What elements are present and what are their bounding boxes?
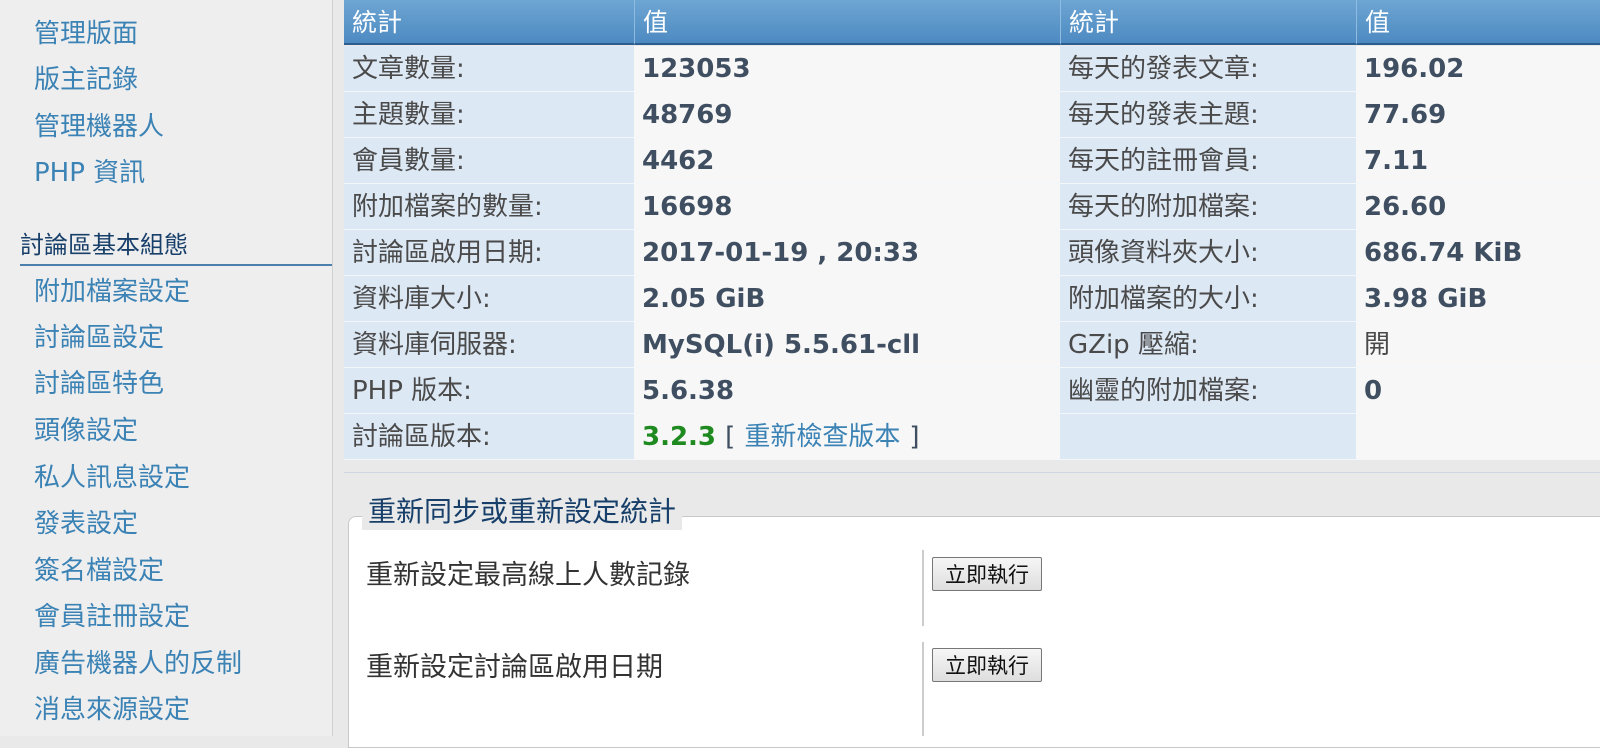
column-header-statistic-2: 統計: [1060, 0, 1356, 45]
table-row: PHP 版本: 5.6.38 幽靈的附加檔案: 0: [344, 368, 1600, 415]
table-row: 主題數量: 48769 每天的發表主題: 77.69: [344, 92, 1600, 139]
sidebar-item-signature-settings[interactable]: 簽名檔設定: [34, 551, 164, 591]
stat-value: 2017-01-19 , 20:33: [634, 230, 1060, 276]
stat-label: 附加檔案的大小:: [1060, 276, 1356, 322]
stat-label: GZip 壓縮:: [1060, 322, 1356, 368]
table-row: 討論區啟用日期: 2017-01-19 , 20:33 頭像資料夾大小: 686…: [344, 230, 1600, 277]
stat-label: 資料庫大小:: [344, 276, 634, 322]
reset-most-online-run-button[interactable]: 立即執行: [932, 557, 1042, 591]
table-row: 資料庫大小: 2.05 GiB 附加檔案的大小: 3.98 GiB: [344, 276, 1600, 323]
stat-value: 686.74 KiB: [1356, 230, 1600, 276]
board-statistics-table: 統計 值 統計 值 文章數量: 123053 每天的發表文章: 196.02 主…: [344, 0, 1600, 473]
stat-label: 頭像資料夾大小:: [1060, 230, 1356, 276]
sidebar-item-php-info[interactable]: PHP 資訊: [34, 153, 145, 193]
stat-value: 196.02: [1356, 46, 1600, 92]
sidebar-item-board-settings[interactable]: 討論區設定: [34, 318, 164, 358]
stat-value: 0: [1356, 368, 1600, 414]
stat-label: 討論區啟用日期:: [344, 230, 634, 276]
board-version-value: 3.2.3 [ 重新檢查版本 ]: [634, 414, 1060, 460]
stat-value: 16698: [634, 184, 1060, 230]
stat-label: 每天的發表文章:: [1060, 46, 1356, 92]
table-row: 會員數量: 4462 每天的註冊會員: 7.11: [344, 138, 1600, 185]
sidebar-item-board-features[interactable]: 討論區特色: [34, 364, 164, 404]
sidebar-item-spambot-countermeasures[interactable]: 廣告機器人的反制: [34, 644, 242, 684]
sidebar-nav: 管理版面 版主記錄 管理機器人 PHP 資訊 討論區基本組態 附加檔案設定 討論…: [0, 0, 333, 736]
stat-value: 3.98 GiB: [1356, 276, 1600, 322]
stat-value: 26.60: [1356, 184, 1600, 230]
stat-value: 48769: [634, 92, 1060, 138]
sidebar-item-manage-bots[interactable]: 管理機器人: [34, 107, 164, 147]
sidebar-item-manage-forums[interactable]: 管理版面: [34, 14, 138, 54]
sidebar-item-moderator-log[interactable]: 版主記錄: [34, 60, 138, 100]
stat-value: 7.11: [1356, 138, 1600, 184]
stat-value: 123053: [634, 46, 1060, 92]
stat-value: MySQL(i) 5.5.61-cll: [634, 322, 1060, 368]
stat-label: 文章數量:: [344, 46, 634, 92]
bracket-close: ]: [909, 422, 920, 452]
bracket-open: [: [725, 422, 736, 452]
reset-board-start-date-run-button[interactable]: 立即執行: [932, 648, 1042, 682]
stat-label: 主題數量:: [344, 92, 634, 138]
stat-value: 2.05 GiB: [634, 276, 1060, 322]
stat-label: 每天的註冊會員:: [1060, 138, 1356, 184]
table-row-board-version: 討論區版本: 3.2.3 [ 重新檢查版本 ]: [344, 414, 1600, 461]
stat-value: 4462: [634, 138, 1060, 184]
stat-label: 每天的附加檔案:: [1060, 184, 1356, 230]
sidebar-item-avatar-settings[interactable]: 頭像設定: [34, 411, 138, 451]
recheck-version-link[interactable]: 重新檢查版本: [744, 422, 900, 452]
table-row: 文章數量: 123053 每天的發表文章: 196.02: [344, 46, 1600, 93]
empty-cell: [1356, 414, 1600, 460]
resync-statistics-legend: 重新同步或重新設定統計: [362, 494, 683, 530]
table-row: 附加檔案的數量: 16698 每天的附加檔案: 26.60: [344, 184, 1600, 231]
stat-label: 附加檔案的數量:: [344, 184, 634, 230]
sidebar-item-post-settings[interactable]: 發表設定: [34, 504, 138, 544]
stat-value: 5.6.38: [634, 368, 1060, 414]
stat-label: 每天的發表主題:: [1060, 92, 1356, 138]
stat-label: 會員數量:: [344, 138, 634, 184]
reset-board-start-date-label: 重新設定討論區啟用日期: [366, 652, 663, 683]
stat-value: 77.69: [1356, 92, 1600, 138]
stat-label: PHP 版本:: [344, 368, 634, 414]
option-divider: [922, 550, 924, 626]
reset-most-online-label: 重新設定最高線上人數記錄: [366, 560, 690, 591]
column-header-value-1: 值: [634, 0, 1060, 45]
table-row: 資料庫伺服器: MySQL(i) 5.5.61-cll GZip 壓縮: 開: [344, 322, 1600, 369]
column-header-statistic-1: 統計: [344, 0, 634, 45]
column-header-value-2: 值: [1356, 0, 1600, 45]
option-divider: [922, 642, 924, 736]
sidebar-heading-board-config: 討論區基本組態: [20, 226, 332, 266]
sidebar-item-feed-settings[interactable]: 消息來源設定: [34, 690, 190, 730]
sidebar-item-registration-settings[interactable]: 會員註冊設定: [34, 597, 190, 637]
stat-value: 開: [1356, 322, 1600, 368]
stat-label: 幽靈的附加檔案:: [1060, 368, 1356, 414]
sidebar-item-attachment-settings[interactable]: 附加檔案設定: [34, 272, 190, 312]
sidebar-item-pm-settings[interactable]: 私人訊息設定: [34, 458, 190, 498]
resync-statistics-fieldset: [348, 516, 1600, 748]
stat-label: 資料庫伺服器:: [344, 322, 634, 368]
board-version-number: 3.2.3: [642, 422, 717, 452]
empty-cell: [1060, 414, 1356, 460]
stat-label: 討論區版本:: [344, 414, 634, 460]
